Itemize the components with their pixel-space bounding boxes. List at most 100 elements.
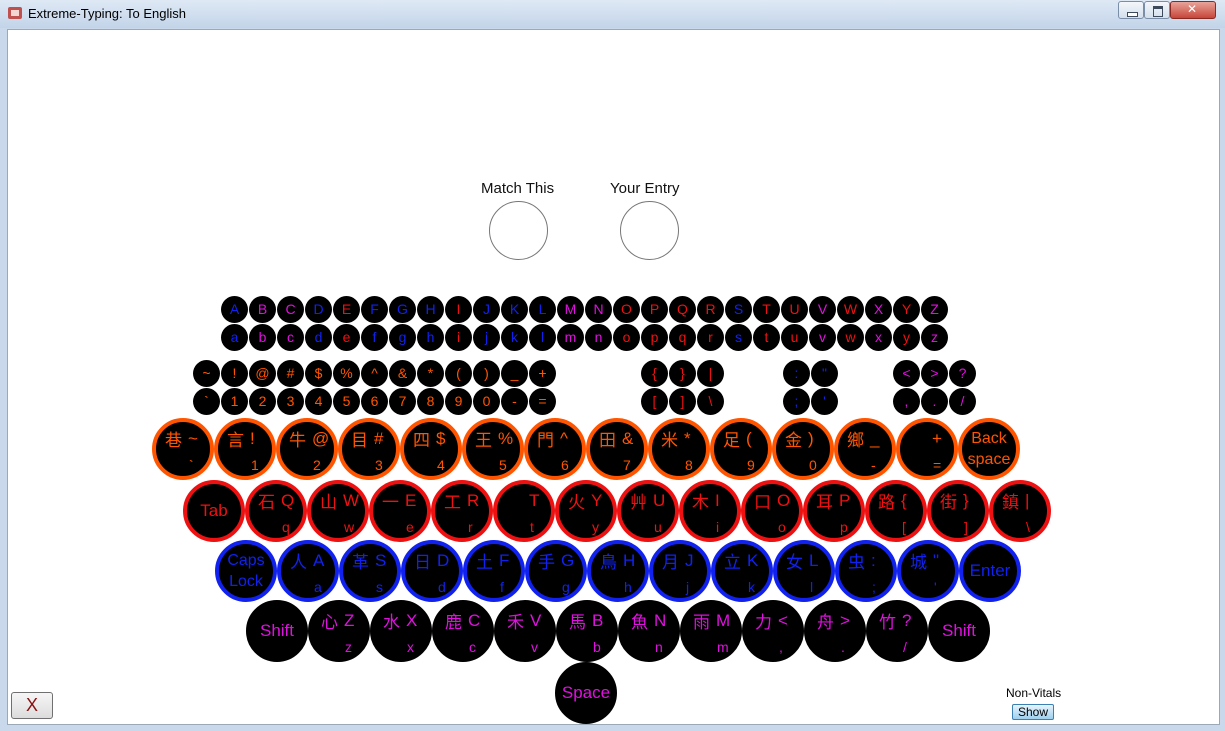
symbol-key-u5d[interactable]: ] (669, 388, 696, 415)
symbol-key-u5b[interactable]: [ (641, 388, 668, 415)
symbol-key-u60[interactable]: ` (193, 388, 220, 415)
symbol-key-u5f[interactable]: _ (501, 360, 528, 387)
symbol-key-u3a[interactable]: : (783, 360, 810, 387)
symbol-key-u5e[interactable]: ^ (361, 360, 388, 387)
row-bottom-key-u2c[interactable]: 力 <, (742, 600, 804, 662)
show-button[interactable]: Show (1012, 704, 1054, 720)
letter-key-lower-z[interactable]: z (921, 324, 948, 351)
letter-key-lower-l[interactable]: l (529, 324, 556, 351)
symbol-key-3[interactable]: 3 (277, 388, 304, 415)
symbol-key-u7d[interactable]: } (669, 360, 696, 387)
symbol-key-u7b[interactable]: { (641, 360, 668, 387)
letter-key-upper-x[interactable]: X (865, 296, 892, 323)
symbol-key-7[interactable]: 7 (389, 388, 416, 415)
row-bottom-key-c[interactable]: 鹿Cc (432, 600, 494, 662)
row-home-key-g[interactable]: 手Gg (525, 540, 587, 602)
letter-key-lower-a[interactable]: a (221, 324, 248, 351)
symbol-key-1[interactable]: 1 (221, 388, 248, 415)
row-number-key-8[interactable]: 米 * 8 (648, 418, 710, 480)
symbol-key-8[interactable]: 8 (417, 388, 444, 415)
letter-key-upper-n[interactable]: N (585, 296, 612, 323)
symbol-key-u7e[interactable]: ~ (193, 360, 220, 387)
row-home-key-u3b[interactable]: 虫:; (835, 540, 897, 602)
row-bottom-key-n[interactable]: 魚Nn (618, 600, 680, 662)
symbol-key-u2e[interactable]: . (921, 388, 948, 415)
letter-key-lower-k[interactable]: k (501, 324, 528, 351)
row-home-key-h[interactable]: 鳥Hh (587, 540, 649, 602)
letter-key-upper-c[interactable]: C (277, 296, 304, 323)
row-top-key-y[interactable]: 火Yy (555, 480, 617, 542)
row-top-key-e[interactable]: 一Ee (369, 480, 431, 542)
row-number-key-1[interactable]: 言! 1 (214, 418, 276, 480)
symbol-key-u7c[interactable]: | (697, 360, 724, 387)
letter-key-lower-d[interactable]: d (305, 324, 332, 351)
letter-key-upper-z[interactable]: Z (921, 296, 948, 323)
row-top-key-u5d[interactable]: 街}] (927, 480, 989, 542)
symbol-key-u22[interactable]: " (811, 360, 838, 387)
title-bar[interactable]: Extreme-Typing: To English (0, 0, 1225, 28)
letter-key-lower-t[interactable]: t (753, 324, 780, 351)
symbol-key-u40[interactable]: @ (249, 360, 276, 387)
row-bottom-key-v[interactable]: 禾Vv (494, 600, 556, 662)
letter-key-upper-p[interactable]: P (641, 296, 668, 323)
symbol-key-0[interactable]: 0 (473, 388, 500, 415)
right-shift-key[interactable]: Shift (928, 600, 990, 662)
letter-key-upper-t[interactable]: T (753, 296, 780, 323)
row-home-key-l[interactable]: 女Ll (773, 540, 835, 602)
left-shift-key[interactable]: Shift (246, 600, 308, 662)
letter-key-upper-l[interactable]: L (529, 296, 556, 323)
row-home-key-s[interactable]: 革Ss (339, 540, 401, 602)
row-number-key-0[interactable]: 金) 0 (772, 418, 834, 480)
letter-key-upper-s[interactable]: S (725, 296, 752, 323)
letter-key-upper-u[interactable]: U (781, 296, 808, 323)
symbol-key-u3f[interactable]: ? (949, 360, 976, 387)
symbol-key-2[interactable]: 2 (249, 388, 276, 415)
row-top-key-i[interactable]: 木Ii (679, 480, 741, 542)
row-bottom-key-u2f[interactable]: 竹? / (866, 600, 928, 662)
window-close-button[interactable] (1170, 1, 1216, 19)
row-home-key-f[interactable]: 土Ff (463, 540, 525, 602)
row-top-key-u5b[interactable]: 路 {[ (865, 480, 927, 542)
row-top-key-u[interactable]: 艸Uu (617, 480, 679, 542)
row-home-key-d[interactable]: 日Dd (401, 540, 463, 602)
letter-key-upper-v[interactable]: V (809, 296, 836, 323)
symbol-key-u27[interactable]: ' (811, 388, 838, 415)
letter-key-upper-i[interactable]: I (445, 296, 472, 323)
letter-key-lower-o[interactable]: o (613, 324, 640, 351)
tab-key[interactable]: Tab (183, 480, 245, 542)
symbol-key-5[interactable]: 5 (333, 388, 360, 415)
row-bottom-key-m[interactable]: 雨Mm (680, 600, 742, 662)
letter-key-upper-q[interactable]: Q (669, 296, 696, 323)
symbol-key-u3e[interactable]: > (921, 360, 948, 387)
letter-key-lower-i[interactable]: i (445, 324, 472, 351)
row-number-key-6[interactable]: 門 ^ 6 (524, 418, 586, 480)
row-home-key-j[interactable]: 月Jj (649, 540, 711, 602)
letter-key-upper-d[interactable]: D (305, 296, 332, 323)
row-home-key-k[interactable]: 立Kk (711, 540, 773, 602)
row-top-key-o[interactable]: 口Oo (741, 480, 803, 542)
row-home-key-a[interactable]: 人Aa (277, 540, 339, 602)
symbol-key-u5c[interactable]: \ (697, 388, 724, 415)
letter-key-upper-a[interactable]: A (221, 296, 248, 323)
letter-key-lower-j[interactable]: j (473, 324, 500, 351)
row-top-key-q[interactable]: 石Qq (245, 480, 307, 542)
letter-key-lower-w[interactable]: w (837, 324, 864, 351)
row-number-key-2[interactable]: 牛 @2 (276, 418, 338, 480)
symbol-key-u2b[interactable]: + (529, 360, 556, 387)
letter-key-upper-r[interactable]: R (697, 296, 724, 323)
symbol-key-u29[interactable]: ) (473, 360, 500, 387)
symbol-key-u2d[interactable]: - (501, 388, 528, 415)
letter-key-lower-h[interactable]: h (417, 324, 444, 351)
row-bottom-key-b[interactable]: 馬Bb (556, 600, 618, 662)
symbol-key-u2c[interactable]: , (893, 388, 920, 415)
row-top-key-r[interactable]: 工Rr (431, 480, 493, 542)
letter-key-lower-y[interactable]: y (893, 324, 920, 351)
row-bottom-key-x[interactable]: 水Xx (370, 600, 432, 662)
symbol-key-9[interactable]: 9 (445, 388, 472, 415)
symbol-key-u28[interactable]: ( (445, 360, 472, 387)
symbol-key-u3c[interactable]: < (893, 360, 920, 387)
letter-key-lower-r[interactable]: r (697, 324, 724, 351)
row-number-key-u60[interactable]: 巷 ~ ` (152, 418, 214, 480)
row-number-key-9[interactable]: 足 (9 (710, 418, 772, 480)
letter-key-lower-n[interactable]: n (585, 324, 612, 351)
